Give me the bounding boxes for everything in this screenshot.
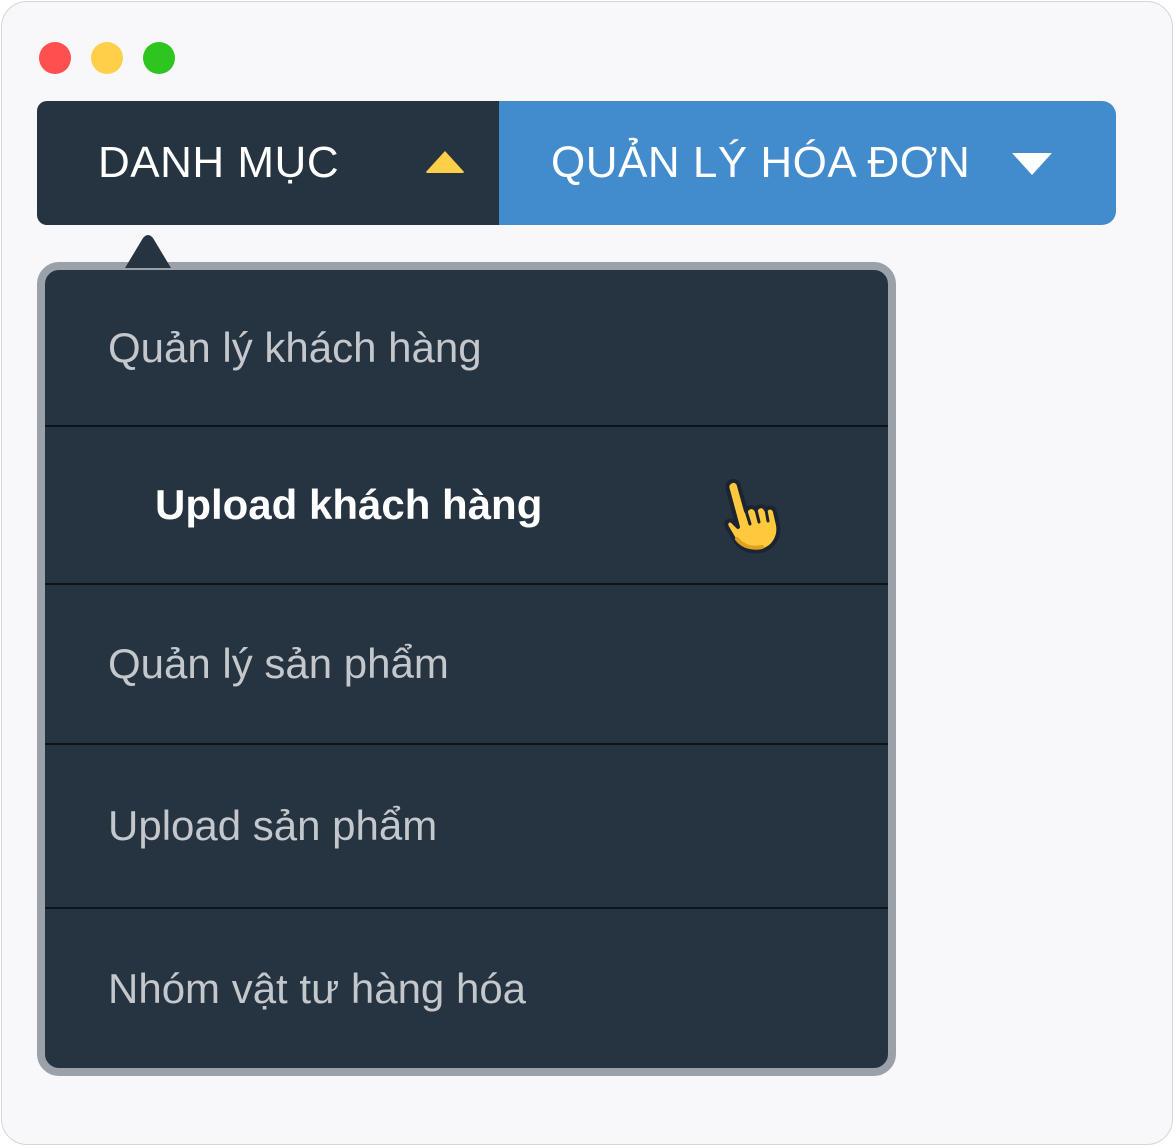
close-window-button[interactable] <box>39 42 71 74</box>
invoice-management-menu-label: QUẢN LÝ HÓA ĐƠN <box>551 138 971 187</box>
minimize-window-button[interactable] <box>91 42 123 74</box>
menu-item-upload-customers[interactable]: Upload khách hàng <box>45 427 888 585</box>
pointing-hand-icon <box>724 478 781 554</box>
menu-item-label: Upload sản phẩm <box>108 802 438 849</box>
menu-item-product-management[interactable]: Quản lý sản phẩm <box>45 585 888 745</box>
categories-menu-button[interactable]: DANH MỤC <box>37 101 499 225</box>
categories-menu-label: DANH MỤC <box>98 138 340 187</box>
menu-item-customer-management[interactable]: Quản lý khách hàng <box>45 270 888 427</box>
menu-item-label: Quản lý sản phẩm <box>108 640 449 687</box>
categories-dropdown-menu: Quản lý khách hàng Upload khách hàng Quả… <box>37 262 896 1076</box>
menu-item-label: Quản lý khách hàng <box>108 323 482 371</box>
dropdown-pointer-arrow <box>125 235 171 268</box>
menu-item-label: Nhóm vật tư hàng hóa <box>108 964 527 1012</box>
invoice-management-menu-button[interactable]: QUẢN LÝ HÓA ĐƠN <box>499 101 1116 225</box>
menu-item-upload-products[interactable]: Upload sản phẩm <box>45 745 888 909</box>
caret-down-icon <box>1012 153 1052 175</box>
maximize-window-button[interactable] <box>143 42 175 74</box>
menu-item-product-groups[interactable]: Nhóm vật tư hàng hóa <box>45 909 888 1068</box>
caret-up-icon <box>425 151 465 173</box>
menu-item-label: Upload khách hàng <box>155 481 543 528</box>
